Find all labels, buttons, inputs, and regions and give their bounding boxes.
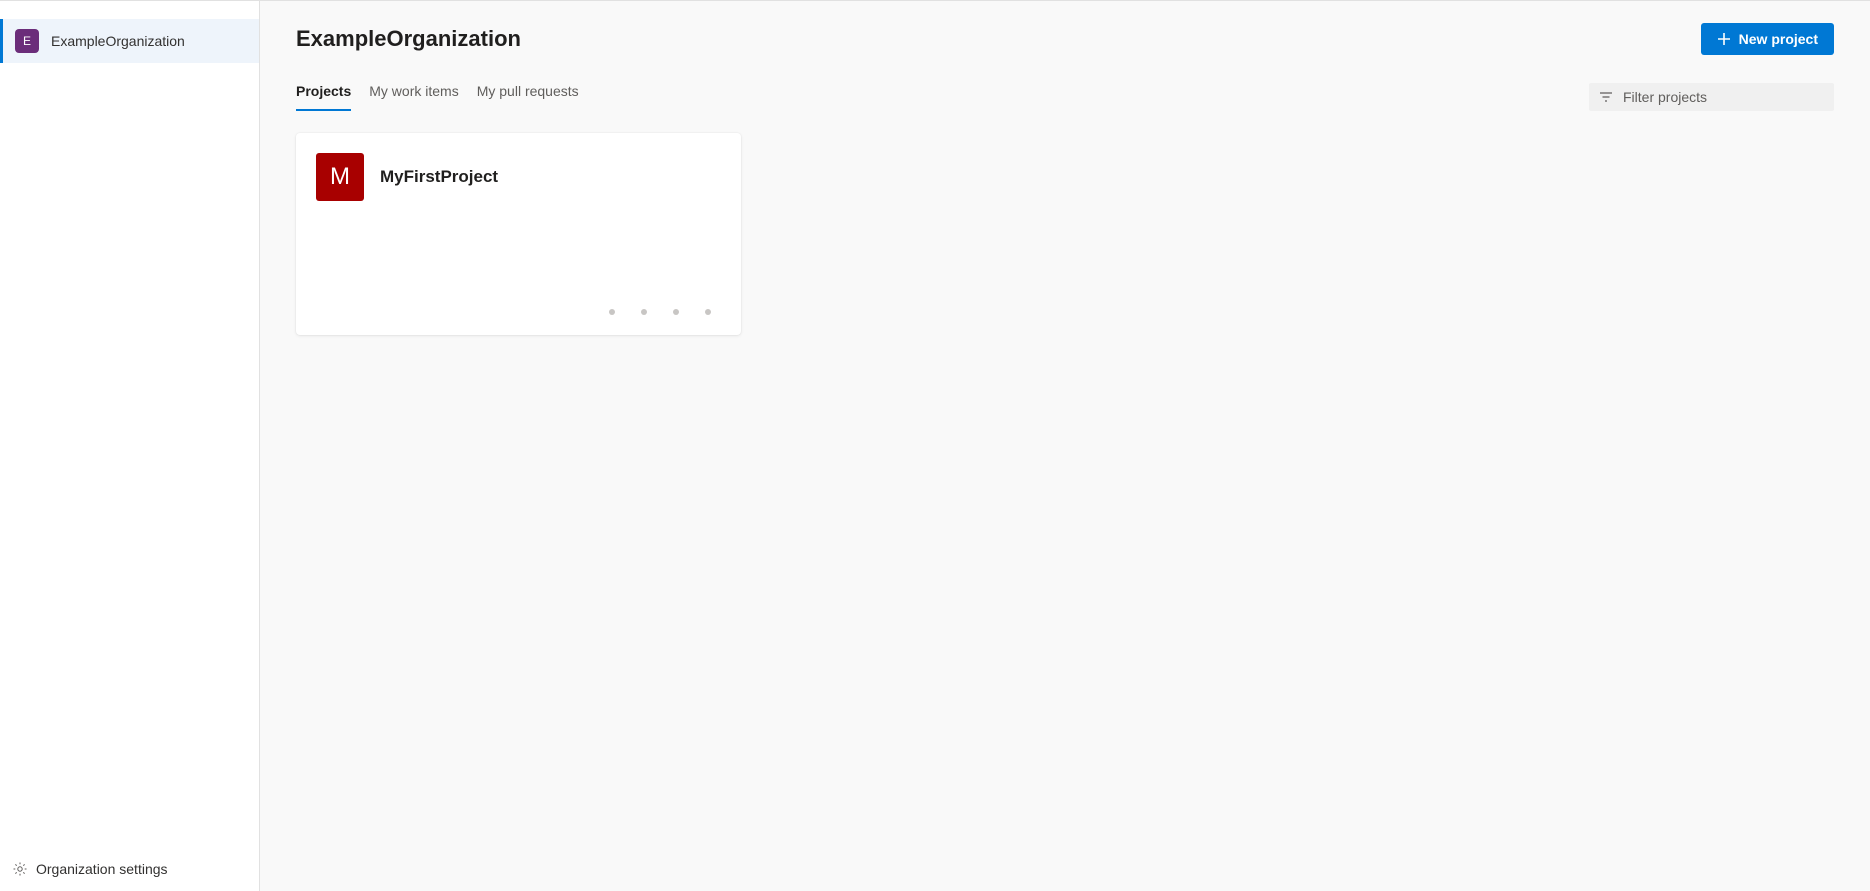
sidebar-top: E ExampleOrganization bbox=[0, 19, 259, 63]
quicklink-dot-icon[interactable] bbox=[673, 309, 679, 315]
tabs: Projects My work items My pull requests bbox=[296, 83, 579, 111]
gear-icon bbox=[12, 861, 28, 877]
project-avatar: M bbox=[316, 153, 364, 201]
organization-settings-label: Organization settings bbox=[36, 861, 168, 877]
quicklink-dot-icon[interactable] bbox=[705, 309, 711, 315]
tab-my-work-items[interactable]: My work items bbox=[369, 83, 458, 111]
new-project-label: New project bbox=[1739, 31, 1818, 47]
org-avatar: E bbox=[15, 29, 39, 53]
project-card[interactable]: M MyFirstProject bbox=[296, 133, 741, 335]
header-row: ExampleOrganization New project bbox=[296, 23, 1834, 55]
tab-projects[interactable]: Projects bbox=[296, 83, 351, 111]
app-layout: E ExampleOrganization Organization setti… bbox=[0, 0, 1870, 891]
sidebar-org-item[interactable]: E ExampleOrganization bbox=[0, 19, 259, 63]
project-grid: M MyFirstProject bbox=[296, 133, 1834, 335]
quicklink-dot-icon[interactable] bbox=[641, 309, 647, 315]
organization-settings-link[interactable]: Organization settings bbox=[0, 847, 259, 891]
filter-projects-box[interactable] bbox=[1589, 83, 1834, 111]
tabs-row: Projects My work items My pull requests bbox=[296, 83, 1834, 111]
sidebar-org-label: ExampleOrganization bbox=[51, 33, 185, 49]
new-project-button[interactable]: New project bbox=[1701, 23, 1834, 55]
sidebar: E ExampleOrganization Organization setti… bbox=[0, 1, 260, 891]
main-content: ExampleOrganization New project Projects… bbox=[260, 1, 1870, 891]
tab-my-pull-requests[interactable]: My pull requests bbox=[477, 83, 579, 111]
project-name: MyFirstProject bbox=[380, 167, 498, 187]
project-card-head: M MyFirstProject bbox=[316, 153, 721, 201]
project-card-quicklinks bbox=[609, 309, 711, 315]
plus-icon bbox=[1717, 32, 1731, 46]
page-title: ExampleOrganization bbox=[296, 26, 521, 52]
filter-icon bbox=[1599, 90, 1613, 104]
quicklink-dot-icon[interactable] bbox=[609, 309, 615, 315]
filter-projects-input[interactable] bbox=[1623, 89, 1824, 105]
